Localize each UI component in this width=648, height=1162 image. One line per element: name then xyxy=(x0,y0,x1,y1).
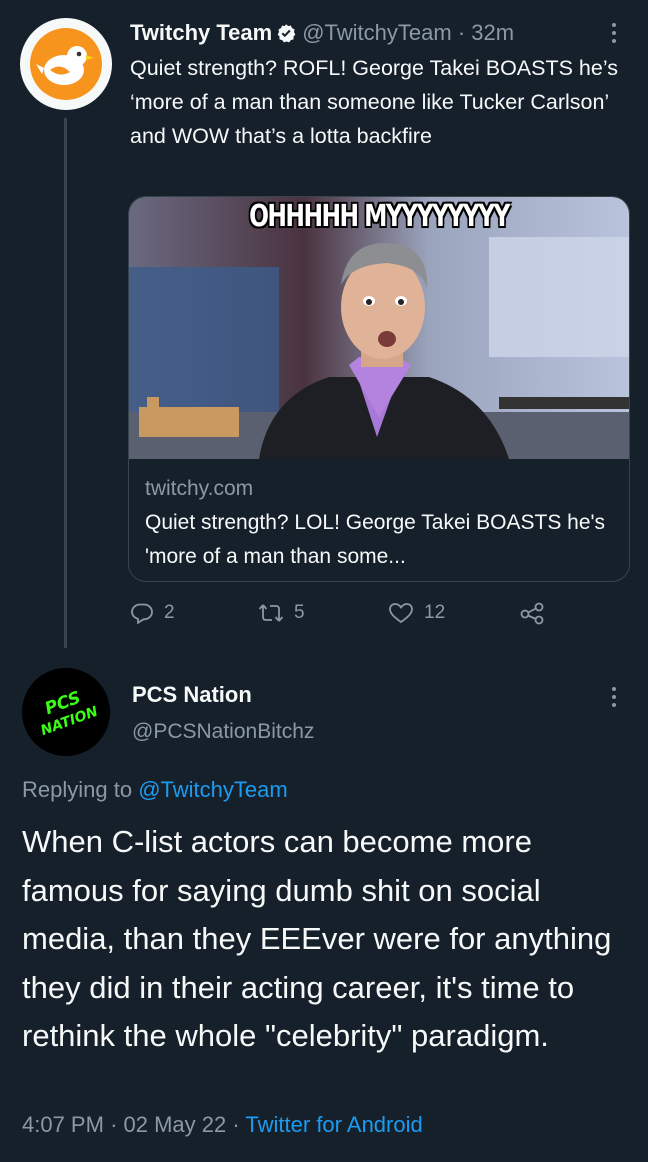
card-image xyxy=(129,197,629,459)
reply-icon xyxy=(131,603,153,625)
card-domain: twitchy.com xyxy=(145,477,254,500)
reply-button[interactable]: 2 xyxy=(130,598,175,628)
tweet2-handle[interactable]: @PCSNationBitchz xyxy=(132,720,314,744)
twitchy-avatar[interactable] xyxy=(20,18,112,110)
replying-prefix: Replying to xyxy=(22,777,133,802)
replying-to: Replying to @TwitchyTeam xyxy=(22,777,288,803)
card-title: Quiet strength? LOL! George Takei BOASTS… xyxy=(145,511,606,568)
like-icon xyxy=(389,603,413,624)
card-image-caption: OHHHHH MYYYYYYYY xyxy=(249,199,510,234)
tweet1-time[interactable]: 32m xyxy=(471,20,514,45)
tweet2-display-name[interactable]: PCS Nation xyxy=(132,682,252,708)
meta-separator: · xyxy=(232,1112,240,1137)
tweet1-header: Twitchy Team @TwitchyTeam · 32m xyxy=(130,18,514,51)
twitchy-logo-icon xyxy=(22,20,110,108)
share-icon xyxy=(520,602,544,625)
retweet-count: 5 xyxy=(294,602,305,623)
tweet2-meta: 4:07 PM · 02 May 22 · Twitter for Androi… xyxy=(22,1112,423,1138)
like-button[interactable]: 12 xyxy=(388,598,445,628)
tweet2-text: When C-list actors can become more famou… xyxy=(22,824,612,1053)
tweet1-handle[interactable]: @TwitchyTeam xyxy=(302,20,451,45)
reply-count: 2 xyxy=(164,602,175,623)
tweet2-time[interactable]: 4:07 PM xyxy=(22,1112,104,1137)
replying-to-link[interactable]: @TwitchyTeam xyxy=(138,777,287,802)
tweet1-text: Quiet strength? ROFL! George Takei BOAST… xyxy=(130,56,618,148)
verified-icon xyxy=(276,21,296,51)
pcs-nation-avatar[interactable]: PCS NATION xyxy=(22,668,110,756)
tweet2-source[interactable]: Twitter for Android xyxy=(245,1112,422,1137)
like-count: 12 xyxy=(424,602,446,623)
pcs-nation-logo-icon: PCS NATION xyxy=(22,668,110,756)
tweet2-date[interactable]: 02 May 22 xyxy=(124,1112,227,1137)
tweet1-display-name[interactable]: Twitchy Team xyxy=(130,20,272,45)
meta-separator: · xyxy=(110,1112,118,1137)
more-icon[interactable] xyxy=(602,682,626,712)
more-icon[interactable] xyxy=(602,18,626,48)
share-button[interactable] xyxy=(518,598,546,628)
retweet-button[interactable]: 5 xyxy=(258,598,305,628)
retweet-icon xyxy=(258,604,284,622)
link-card[interactable]: OHHHHH MYYYYYYYY twitchy.com Quiet stren… xyxy=(128,196,630,582)
thread-connector-line xyxy=(64,118,67,648)
